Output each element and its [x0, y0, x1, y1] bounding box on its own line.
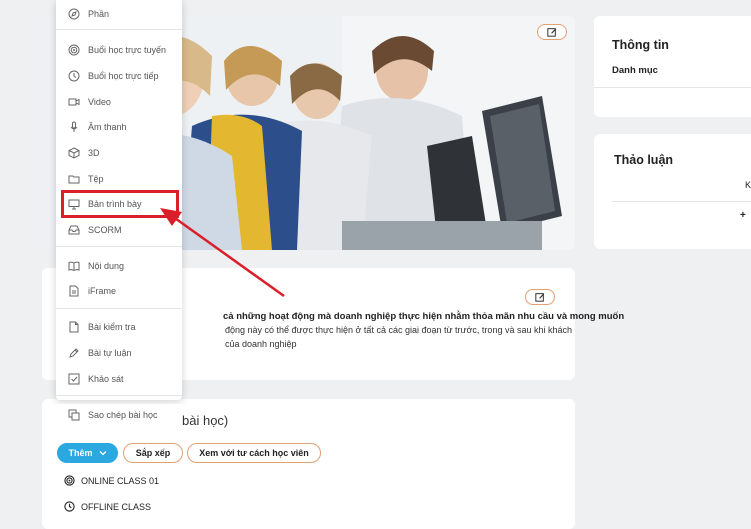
copy-icon: [68, 409, 80, 421]
menu-item-label: Phần: [88, 9, 110, 19]
sort-button[interactable]: Sắp xếp: [123, 443, 183, 463]
lessons-title: bài học): [182, 413, 229, 428]
lesson-label: OFFLINE CLASS: [81, 501, 152, 512]
menu-divider: [56, 395, 182, 396]
menu-item-label: Tệp: [88, 174, 104, 184]
menu-item-label: 3D: [88, 148, 100, 158]
menu-item-label: Bài kiểm tra: [88, 322, 136, 332]
menu-item-file[interactable]: Tệp: [56, 168, 182, 190]
menu-item-copy-lesson[interactable]: Sao chép bài học: [56, 404, 182, 426]
online-target-icon: [64, 475, 75, 486]
menu-item-online-class[interactable]: Buổi học trực tuyến: [56, 39, 182, 61]
document-icon: [68, 285, 80, 297]
edit-cover-button[interactable]: [537, 24, 567, 40]
annotation-arrow: [160, 208, 285, 298]
online-target-icon: [68, 44, 80, 56]
description-line: của doanh nghiệp: [225, 339, 297, 349]
discussion-card: Thảo luận K +: [594, 134, 751, 249]
folder-icon: [68, 173, 80, 185]
menu-item-video[interactable]: Video: [56, 91, 182, 113]
chevron-down-icon: [99, 451, 106, 456]
compass-icon: [68, 8, 80, 20]
lesson-label: ONLINE CLASS 01: [81, 475, 160, 486]
edit-icon: [547, 28, 557, 37]
menu-item-audio[interactable]: Âm thanh: [56, 116, 182, 138]
menu-item-label: SCORM: [88, 225, 122, 235]
add-button[interactable]: Thêm: [57, 443, 118, 463]
description-line: cả những hoạt động mà doanh nghiệp thực …: [223, 311, 625, 322]
add-button-label: Thêm: [68, 448, 93, 458]
checkbox-icon: [68, 373, 80, 385]
edit-description-button[interactable]: [525, 289, 555, 305]
divider: [594, 87, 751, 88]
divider: [612, 201, 751, 202]
menu-divider: [56, 29, 182, 30]
clock-icon: [68, 70, 80, 82]
info-title: Thông tin: [612, 38, 669, 52]
menu-item-survey[interactable]: Khảo sát: [56, 368, 182, 390]
book-icon: [68, 260, 80, 272]
lesson-item[interactable]: OFFLINE CLASS: [64, 501, 151, 512]
menu-item-label: Bài tự luận: [88, 348, 132, 358]
clock-icon: [64, 501, 75, 512]
add-discussion-button[interactable]: +: [740, 210, 746, 221]
menu-item-3d[interactable]: 3D: [56, 142, 182, 164]
menu-item-label: Khảo sát: [88, 374, 124, 384]
discussion-text: K: [745, 180, 751, 190]
menu-item-label: Buổi học trực tiếp: [88, 71, 159, 81]
menu-item-essay[interactable]: Bài tự luận: [56, 342, 182, 364]
menu-item-label: Video: [88, 97, 111, 107]
view-as-student-button[interactable]: Xem với tư cách học viên: [187, 443, 321, 463]
description-line: động này có thể được thực hiện ở tất cả …: [225, 325, 572, 335]
menu-item-offline-class[interactable]: Buổi học trực tiếp: [56, 65, 182, 87]
menu-item-label: Sao chép bài học: [88, 410, 158, 420]
inbox-icon: [68, 224, 80, 236]
video-icon: [68, 96, 80, 108]
microphone-icon: [68, 121, 80, 133]
edit-icon: [535, 293, 545, 302]
menu-item-label: Âm thanh: [88, 122, 127, 132]
menu-item-quiz[interactable]: Bài kiểm tra: [56, 316, 182, 338]
lesson-item[interactable]: ONLINE CLASS 01: [64, 475, 159, 486]
menu-divider: [56, 308, 182, 309]
menu-item-section[interactable]: Phần: [56, 3, 182, 25]
file-icon: [68, 321, 80, 333]
discussion-title: Thảo luận: [614, 153, 674, 167]
category-label: Danh mục: [612, 65, 658, 76]
pen-icon: [68, 347, 80, 359]
menu-item-label: Nội dung: [88, 261, 125, 271]
cube-icon: [68, 147, 80, 159]
menu-item-label: Buổi học trực tuyến: [88, 45, 167, 55]
menu-item-label: iFrame: [88, 286, 117, 296]
info-card: Thông tin Danh mục: [594, 16, 751, 117]
